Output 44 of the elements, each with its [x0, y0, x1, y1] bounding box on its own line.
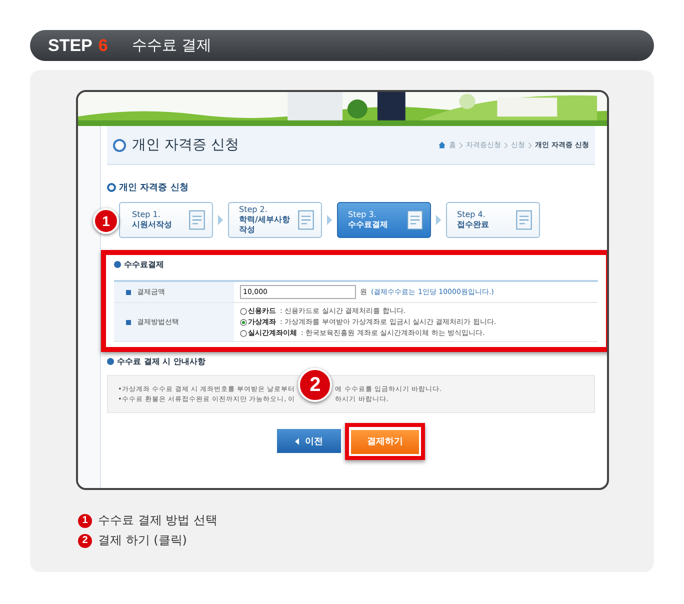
section-title: 수수료결제 — [124, 259, 164, 270]
step-number: Step 3. — [348, 210, 378, 220]
chevron-icon — [459, 142, 464, 148]
step-label: 학력/세부사항 작성 — [239, 215, 291, 235]
bullet-icon — [126, 320, 131, 324]
step-label: 시원서작성 — [132, 220, 173, 230]
section-title: 개인 자격증 신청 — [119, 182, 188, 194]
bullet-icon — [107, 358, 114, 365]
bullet-icon — [126, 290, 131, 294]
previous-button[interactable]: 이전 — [277, 429, 341, 454]
document-icon — [186, 209, 208, 231]
step-number: Step 4. — [457, 210, 486, 220]
callout-text: 수수료 결제 방법 선택 — [98, 512, 218, 529]
callout-badge: 1 — [93, 208, 119, 234]
callout-badge: 1 — [78, 514, 92, 528]
arrow-icon — [435, 214, 442, 226]
document-icon — [404, 209, 426, 231]
page-title: 개인 자격증 신청 — [132, 136, 239, 154]
radio-button[interactable] — [240, 330, 247, 336]
chevron-icon — [528, 142, 532, 148]
arrow-icon — [326, 214, 333, 226]
radio-button[interactable] — [240, 318, 247, 326]
document-icon — [295, 209, 317, 231]
chevron-icon — [504, 142, 508, 148]
left-triangle-icon — [295, 438, 299, 445]
document-icon — [513, 209, 535, 231]
step-number: 6 — [98, 36, 108, 56]
step-number: Step 2. — [239, 205, 268, 215]
bullet-icon — [107, 183, 116, 192]
step-number: Step 1. — [132, 210, 162, 220]
bullet-icon — [114, 261, 121, 268]
step-label: STEP — [48, 36, 92, 56]
callout-badge: 2 — [298, 368, 332, 402]
radio-button[interactable] — [240, 308, 247, 314]
pay-button[interactable]: 결제하기 — [351, 430, 419, 454]
step-label: 접수완료 — [457, 220, 490, 230]
callout-badge: 2 — [78, 534, 92, 548]
header-title: 수수료 결제 — [132, 36, 212, 55]
home-icon — [438, 141, 446, 149]
arrow-icon — [217, 214, 224, 226]
bullet-icon — [113, 138, 126, 152]
step-label: 수수료결제 — [348, 220, 389, 230]
section-title: 수수료 결제 시 안내사항 — [117, 356, 206, 367]
callout-text: 결제 하기 (클릭) — [98, 532, 187, 549]
